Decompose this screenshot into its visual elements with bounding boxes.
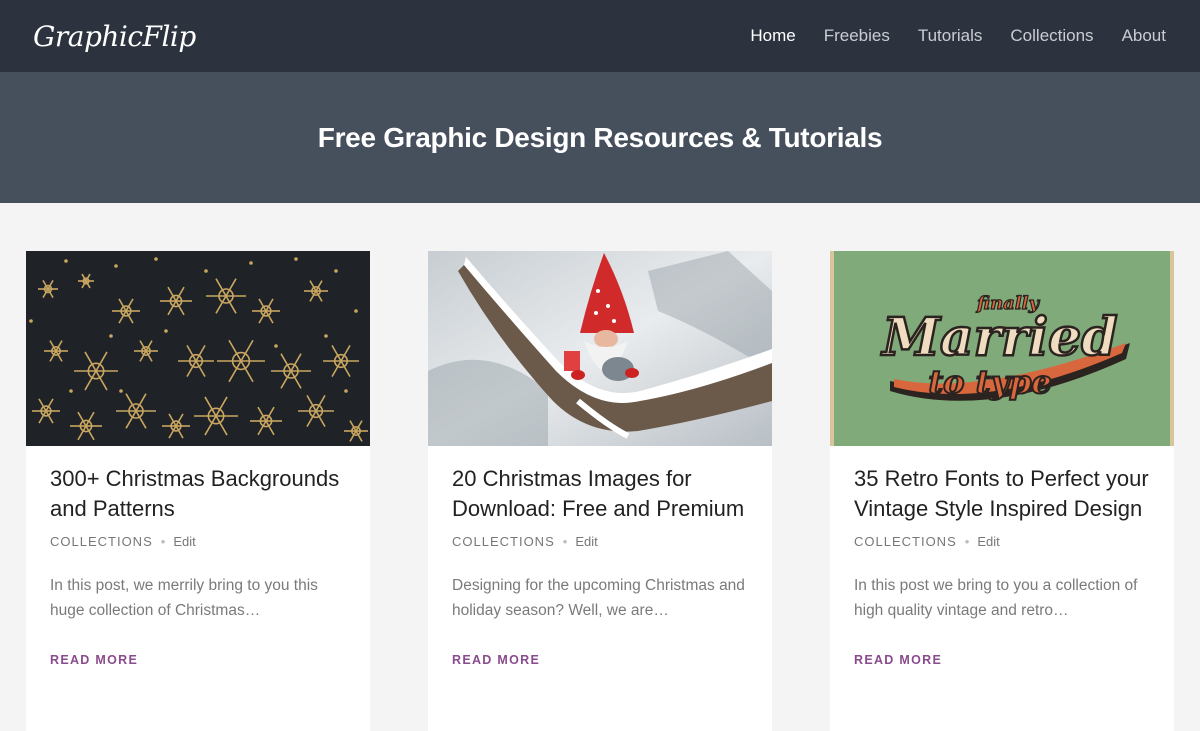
gold-dot <box>109 334 113 338</box>
gold-snowflakes-image <box>26 251 370 446</box>
post-meta: COLLECTIONS • Edit <box>854 534 1150 549</box>
gold-dot <box>249 261 253 265</box>
post-card: 300+ Christmas Backgrounds and Patterns … <box>26 251 370 731</box>
poster-word-totype: to type <box>928 363 1051 401</box>
gold-dot <box>324 334 328 338</box>
hero-title: Free Graphic Design Resources & Tutorial… <box>317 121 883 153</box>
post-excerpt: In this post, we merrily bring to you th… <box>50 577 318 619</box>
gold-dot <box>344 389 348 393</box>
post-category[interactable]: COLLECTIONS <box>854 534 957 549</box>
nav-tutorials[interactable]: Tutorials <box>918 26 983 46</box>
gold-dot <box>164 329 168 333</box>
post-meta: COLLECTIONS • Edit <box>452 534 748 549</box>
gold-dot <box>29 319 33 323</box>
edit-link[interactable]: Edit <box>173 534 195 549</box>
gold-dot <box>64 259 68 263</box>
post-card: finally Married to type 35 Retro Fonts t… <box>830 251 1174 731</box>
post-title[interactable]: 300+ Christmas Backgrounds and Patterns <box>50 464 346 524</box>
post-category[interactable]: COLLECTIONS <box>50 534 153 549</box>
nav-about[interactable]: About <box>1122 26 1166 46</box>
post-card: 20 Christmas Images for Download: Free a… <box>428 251 772 731</box>
site-header: GraphicFlip Home Freebies Tutorials Coll… <box>0 0 1200 72</box>
nav-home[interactable]: Home <box>750 26 795 46</box>
site-logo[interactable]: GraphicFlip <box>33 20 196 53</box>
main-nav: Home Freebies Tutorials Collections Abou… <box>750 26 1166 46</box>
read-more-link[interactable]: READ MORE <box>452 653 540 667</box>
meta-separator: • <box>562 534 568 549</box>
retro-type-poster-image: finally Married to type <box>830 251 1174 446</box>
post-thumbnail[interactable] <box>26 251 370 446</box>
post-grid: 300+ Christmas Backgrounds and Patterns … <box>0 203 1200 731</box>
gold-dot <box>294 257 298 261</box>
edit-link[interactable]: Edit <box>977 534 999 549</box>
nav-collections[interactable]: Collections <box>1010 26 1093 46</box>
gold-dot <box>114 264 118 268</box>
gold-dot <box>204 269 208 273</box>
poster-word-married: Married <box>880 307 1117 368</box>
gold-dot <box>119 389 123 393</box>
meta-separator: • <box>964 534 970 549</box>
hero-banner: Free Graphic Design Resources & Tutorial… <box>0 72 1200 203</box>
post-title[interactable]: 35 Retro Fonts to Perfect your Vintage S… <box>854 464 1150 524</box>
gnome-on-branch-image <box>428 251 772 446</box>
meta-separator: • <box>160 534 166 549</box>
post-meta: COLLECTIONS • Edit <box>50 534 346 549</box>
gold-dot <box>354 309 358 313</box>
post-excerpt: Designing for the upcoming Christmas and… <box>452 577 745 619</box>
post-excerpt: In this post we bring to you a collectio… <box>854 577 1138 619</box>
gold-dot <box>274 344 278 348</box>
post-thumbnail[interactable]: finally Married to type <box>830 251 1174 446</box>
read-more-link[interactable]: READ MORE <box>50 653 138 667</box>
gold-dot <box>334 269 338 273</box>
read-more-link[interactable]: READ MORE <box>854 653 942 667</box>
gold-dot <box>154 257 158 261</box>
edit-link[interactable]: Edit <box>575 534 597 549</box>
post-category[interactable]: COLLECTIONS <box>452 534 555 549</box>
nav-freebies[interactable]: Freebies <box>824 26 890 46</box>
post-title[interactable]: 20 Christmas Images for Download: Free a… <box>452 464 748 524</box>
post-thumbnail[interactable] <box>428 251 772 446</box>
gold-dot <box>69 389 73 393</box>
